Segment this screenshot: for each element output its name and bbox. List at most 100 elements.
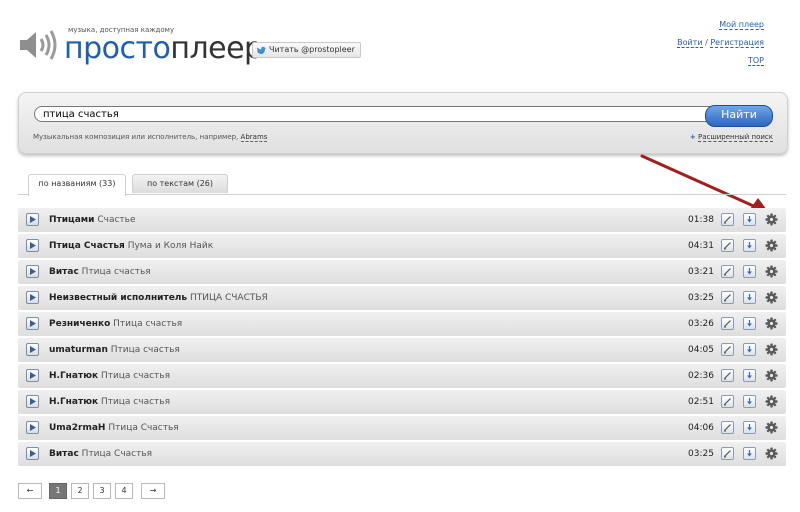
- download-icon: [747, 294, 752, 301]
- speaker-icon: [20, 30, 57, 60]
- download-icon: [747, 268, 752, 275]
- track-artist: Птица Счастья: [49, 241, 125, 251]
- top-link[interactable]: TOP: [747, 56, 764, 66]
- gear-icon[interactable]: [765, 213, 778, 226]
- prev-page-button[interactable]: ←: [18, 483, 42, 499]
- download-icon: [747, 372, 752, 379]
- twitter-follow-button[interactable]: Читать @prostopleer: [252, 42, 361, 58]
- download-button[interactable]: [743, 317, 756, 330]
- edit-button[interactable]: [721, 447, 734, 460]
- download-button[interactable]: [743, 447, 756, 460]
- track-artist: Резниченко: [49, 319, 111, 329]
- edit-button[interactable]: [721, 317, 734, 330]
- track-row[interactable]: Витас Птица счастья 03:21: [18, 260, 786, 284]
- download-icon: [747, 320, 752, 327]
- search-tabs: по названиям (33) по текстам (26): [18, 172, 786, 196]
- my-player-link[interactable]: Мой плеер: [719, 20, 764, 30]
- track-row[interactable]: Витас Птица Счастья 03:25: [18, 442, 786, 466]
- login-link[interactable]: Войти: [677, 38, 703, 48]
- play-button[interactable]: [26, 213, 39, 226]
- tab-by-title[interactable]: по названиям (33): [28, 174, 126, 196]
- download-button[interactable]: [743, 369, 756, 382]
- edit-button[interactable]: [721, 213, 734, 226]
- track-song: Птица счастья: [113, 319, 183, 329]
- next-page-button[interactable]: →: [141, 483, 165, 499]
- brand-name: простоплеер: [64, 32, 263, 66]
- track-duration: 03:21: [688, 267, 714, 277]
- play-icon: [30, 398, 36, 405]
- edit-icon: [724, 216, 731, 224]
- search-hint-example[interactable]: Abrams: [240, 133, 268, 142]
- tab-by-lyrics[interactable]: по текстам (26): [132, 174, 228, 193]
- edit-button[interactable]: [721, 369, 734, 382]
- site-logo[interactable]: музыка, доступная каждому простоплеер: [18, 22, 268, 72]
- edit-button[interactable]: [721, 265, 734, 278]
- play-button[interactable]: [26, 395, 39, 408]
- brand-part-2: плеер: [170, 31, 263, 66]
- download-button[interactable]: [743, 239, 756, 252]
- track-song: Птица Счастья: [81, 449, 153, 459]
- edit-button[interactable]: [721, 395, 734, 408]
- download-icon: [747, 346, 752, 353]
- play-button[interactable]: [26, 265, 39, 278]
- play-icon: [30, 346, 36, 353]
- play-button[interactable]: [26, 239, 39, 252]
- download-button[interactable]: [743, 421, 756, 434]
- track-artist: Н.Гнатюк: [49, 397, 99, 407]
- track-song: Птица счастья: [100, 397, 170, 407]
- play-button[interactable]: [26, 447, 39, 460]
- track-row[interactable]: Птица Счастья Пума и Коля Найк 04:31: [18, 234, 786, 258]
- download-button[interactable]: [743, 213, 756, 226]
- edit-icon: [724, 450, 731, 458]
- track-title: Витас Птица Счастья: [49, 442, 152, 466]
- play-button[interactable]: [26, 421, 39, 434]
- play-button[interactable]: [26, 343, 39, 356]
- gear-icon[interactable]: [765, 447, 778, 460]
- play-icon: [30, 424, 36, 431]
- track-title: Резниченко Птица счастья: [49, 312, 182, 336]
- play-button[interactable]: [26, 317, 39, 330]
- track-row[interactable]: Н.Гнатюк Птица счастья 02:36: [18, 364, 786, 388]
- search-button[interactable]: Найти: [705, 105, 773, 127]
- track-duration: 02:51: [688, 397, 714, 407]
- download-button[interactable]: [743, 343, 756, 356]
- track-title: Н.Гнатюк Птица счастья: [49, 390, 170, 414]
- register-link[interactable]: Регистрация: [710, 38, 764, 48]
- track-row[interactable]: Резниченко Птица счастья 03:26: [18, 312, 786, 336]
- download-button[interactable]: [743, 265, 756, 278]
- track-row[interactable]: Uma2rmaH Птица Счастья 04:06: [18, 416, 786, 440]
- advanced-search-link[interactable]: Расширенный поиск: [697, 133, 773, 142]
- track-row[interactable]: Н.Гнатюк Птица счастья 02:51: [18, 390, 786, 414]
- track-song: Пума и Коля Найк: [127, 241, 214, 251]
- download-button[interactable]: [743, 291, 756, 304]
- track-duration: 03:26: [688, 319, 714, 329]
- search-input[interactable]: [34, 106, 718, 122]
- track-row[interactable]: Неизвестный исполнитель ПТИЦА СЧАСТЬЯ 03…: [18, 286, 786, 310]
- edit-button[interactable]: [721, 343, 734, 356]
- track-song: Птица Счастья: [108, 423, 179, 433]
- play-icon: [30, 268, 36, 275]
- gear-icon[interactable]: [765, 265, 778, 278]
- gear-icon[interactable]: [765, 369, 778, 382]
- track-song: ПТИЦА СЧАСТЬЯ: [189, 293, 268, 303]
- download-button[interactable]: [743, 395, 756, 408]
- edit-button[interactable]: [721, 239, 734, 252]
- edit-button[interactable]: [721, 421, 734, 434]
- twitter-bird-icon: [257, 46, 266, 54]
- gear-icon[interactable]: [765, 395, 778, 408]
- gear-icon[interactable]: [765, 239, 778, 252]
- gear-icon[interactable]: [765, 421, 778, 434]
- edit-button[interactable]: [721, 291, 734, 304]
- page-2-button[interactable]: 2: [71, 483, 89, 499]
- page-1-button[interactable]: 1: [49, 483, 67, 499]
- play-button[interactable]: [26, 291, 39, 304]
- gear-icon[interactable]: [765, 291, 778, 304]
- page-4-button[interactable]: 4: [115, 483, 133, 499]
- page-3-button[interactable]: 3: [93, 483, 111, 499]
- gear-icon[interactable]: [765, 343, 778, 356]
- track-row[interactable]: Птицами Счастье 01:38: [18, 208, 786, 232]
- advanced-search[interactable]: + Расширенный поиск: [690, 133, 773, 142]
- track-row[interactable]: umaturman Птица счастья 04:05: [18, 338, 786, 362]
- gear-icon[interactable]: [765, 317, 778, 330]
- play-button[interactable]: [26, 369, 39, 382]
